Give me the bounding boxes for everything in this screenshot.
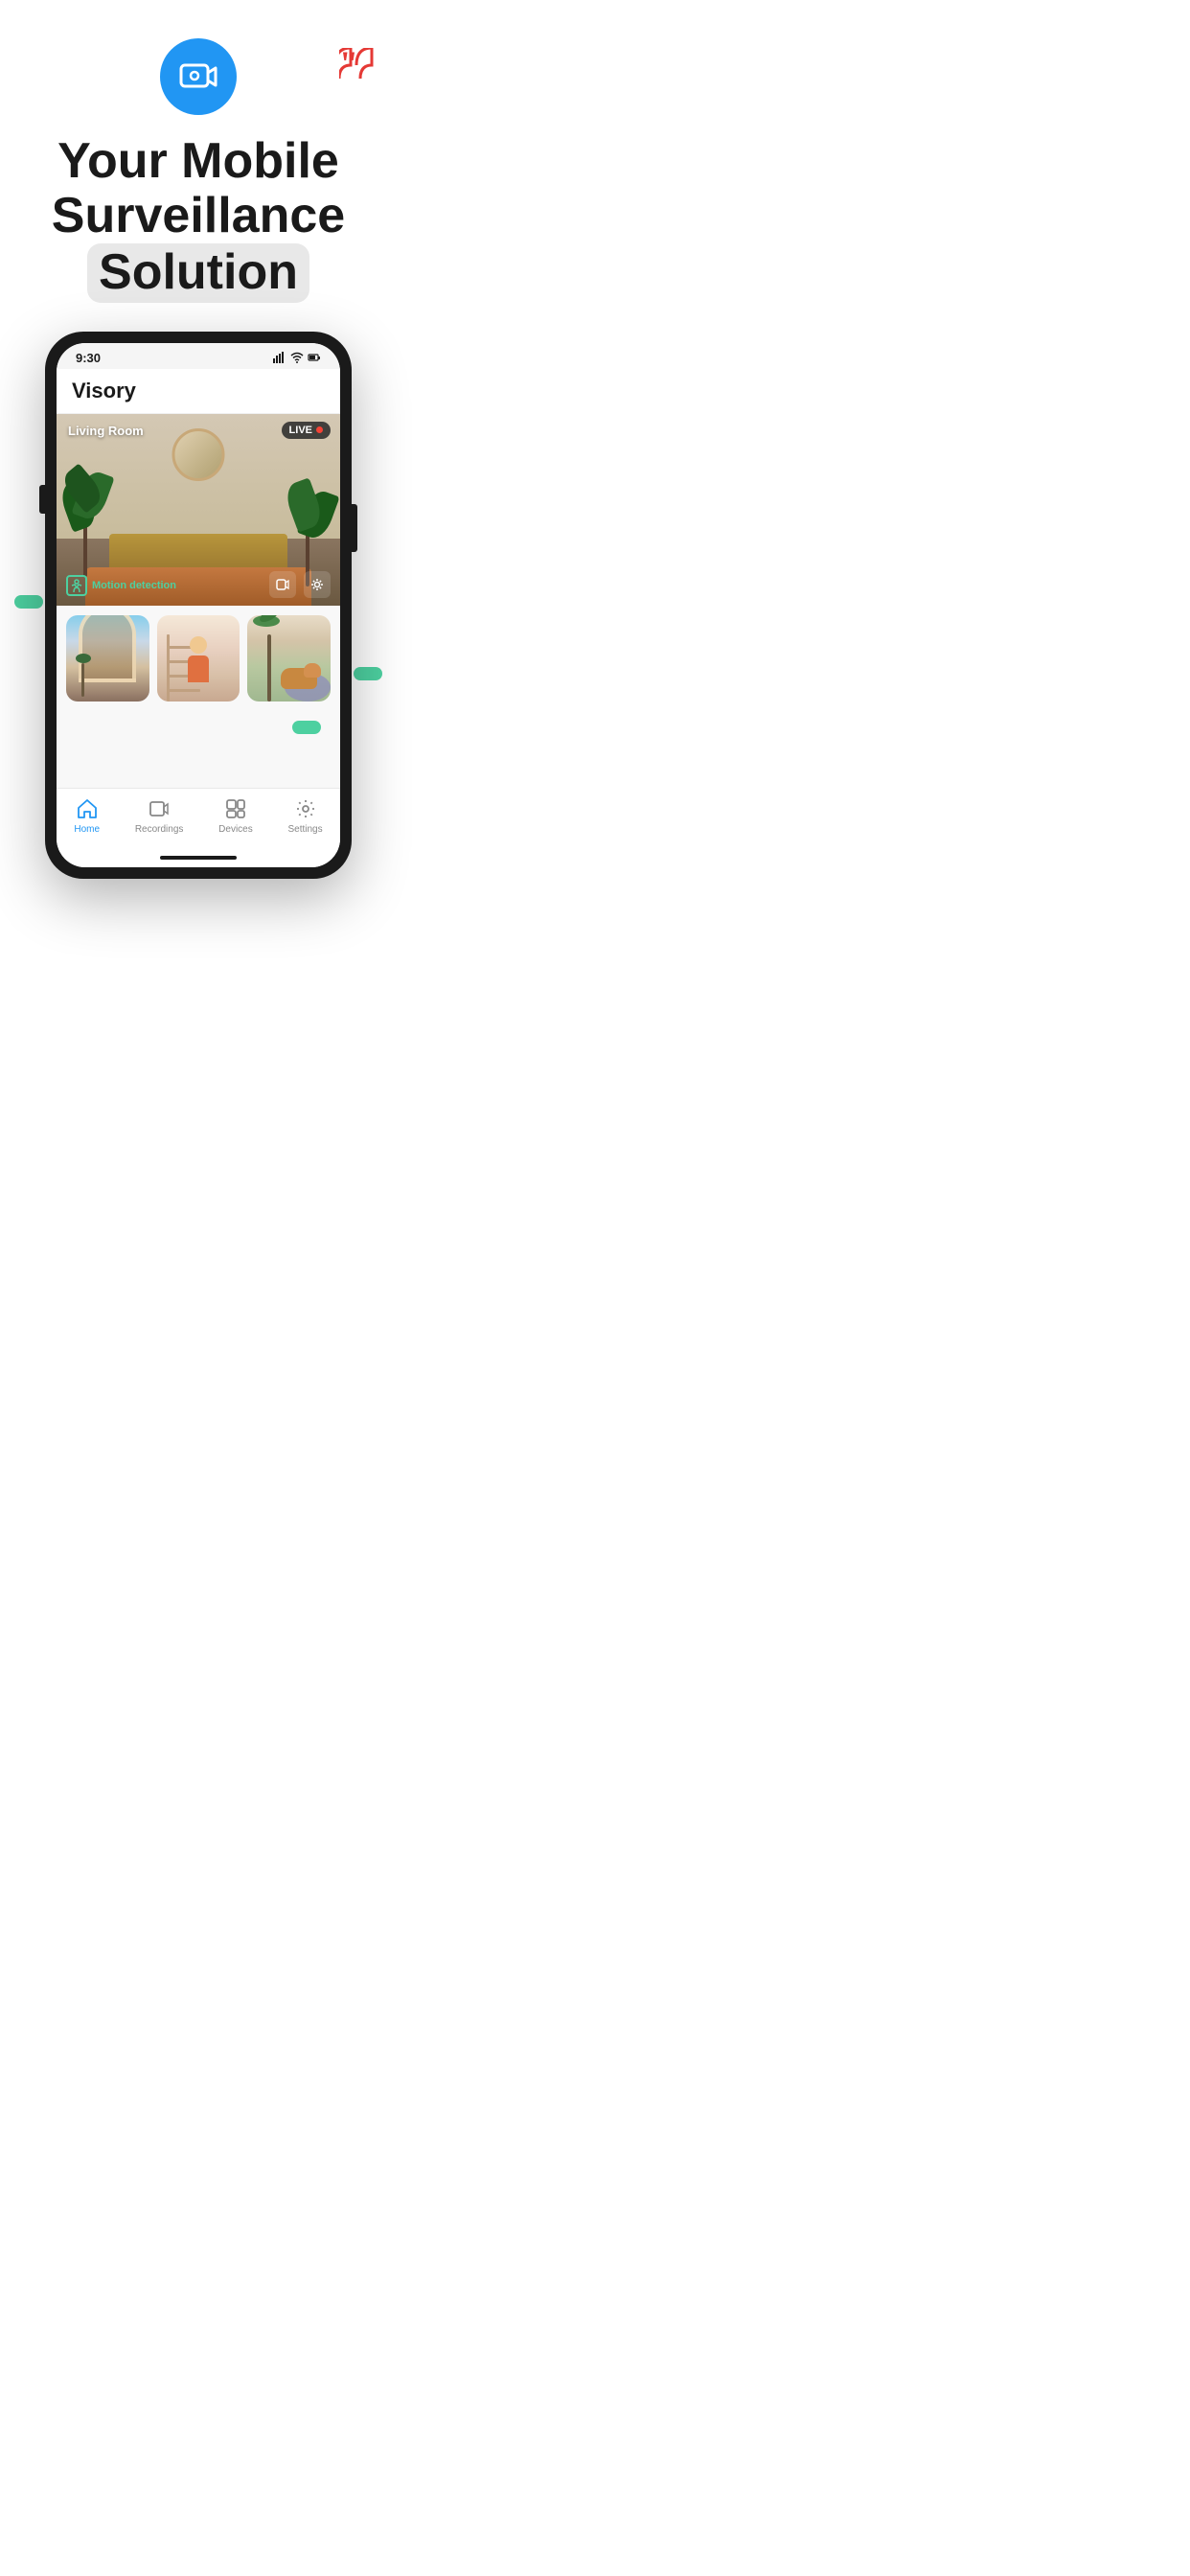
room-cabinet: [109, 534, 287, 572]
camera-room-label: Living Room: [68, 424, 144, 438]
nav-item-recordings[interactable]: Recordings: [135, 796, 184, 835]
bottom-nav: Home Recordings: [57, 788, 340, 846]
status-bar: 9:30: [57, 343, 340, 369]
camera-controls: [269, 571, 331, 598]
green-pill-inner: [292, 721, 321, 734]
settings-icon: [293, 796, 318, 821]
thumb-card-2[interactable]: [157, 615, 240, 702]
live-dot: [316, 426, 323, 433]
recordings-icon: [147, 796, 172, 821]
home-bar: [160, 856, 237, 860]
app-logo[interactable]: [160, 38, 237, 115]
bottom-space: [57, 711, 340, 788]
status-icons: [273, 351, 321, 364]
nav-item-settings[interactable]: Settings: [287, 796, 322, 835]
phone-mockup: 9:30: [45, 332, 352, 879]
status-time: 9:30: [76, 351, 101, 365]
plant-left: [64, 472, 112, 577]
svg-text:": ": [339, 48, 358, 79]
camera-feed[interactable]: Living Room LIVE: [57, 414, 340, 606]
live-badge: LIVE: [282, 422, 331, 439]
phone-inner: 9:30: [57, 343, 340, 867]
building-plant: [74, 649, 93, 697]
volume-button: [39, 485, 49, 514]
motion-text: Motion detection: [92, 580, 176, 591]
app-header: Visory: [57, 369, 340, 414]
play-icon: [276, 578, 289, 591]
thumbnail-row: [57, 606, 340, 711]
record-button[interactable]: [269, 571, 296, 598]
quote-decoration: ": [339, 48, 378, 79]
home-indicator-area: [57, 846, 340, 867]
phone-container: 9:30: [0, 312, 397, 879]
headline: Your Mobile Surveillance Solution: [0, 115, 397, 312]
motion-icon: [66, 575, 87, 596]
green-pill-right: [354, 667, 382, 680]
motion-detection: Motion detection: [66, 575, 176, 596]
dog-figure: [275, 663, 323, 697]
page-wrapper: " Your Mobile Surveillance Solution 9:30: [0, 0, 397, 917]
signal-icon: [273, 351, 286, 364]
main-headline: Your Mobile Surveillance Solution: [29, 134, 368, 303]
nav-label-home: Home: [74, 824, 100, 835]
wifi-icon: [290, 351, 304, 364]
quote-icon: ": [339, 48, 378, 84]
gear-icon: [310, 578, 324, 591]
thumb-card-1[interactable]: [66, 615, 149, 702]
nav-item-devices[interactable]: Devices: [218, 796, 253, 835]
nav-label-recordings: Recordings: [135, 824, 184, 835]
battery-icon: [308, 351, 321, 364]
header-area: ": [0, 0, 397, 115]
camera-icon: [175, 54, 221, 100]
thumb-card-3[interactable]: [247, 615, 331, 702]
nav-label-devices: Devices: [218, 824, 253, 835]
green-pill-left: [14, 595, 43, 609]
child-figure: [188, 636, 209, 682]
room-mirror: [172, 428, 225, 481]
app-title: Visory: [72, 379, 136, 402]
person-motion-icon: [70, 579, 83, 592]
home-icon: [75, 796, 100, 821]
nav-label-settings: Settings: [287, 824, 322, 835]
settings-button[interactable]: [304, 571, 331, 598]
power-button: [348, 504, 357, 552]
devices-icon: [223, 796, 248, 821]
nav-item-home[interactable]: Home: [74, 796, 100, 835]
